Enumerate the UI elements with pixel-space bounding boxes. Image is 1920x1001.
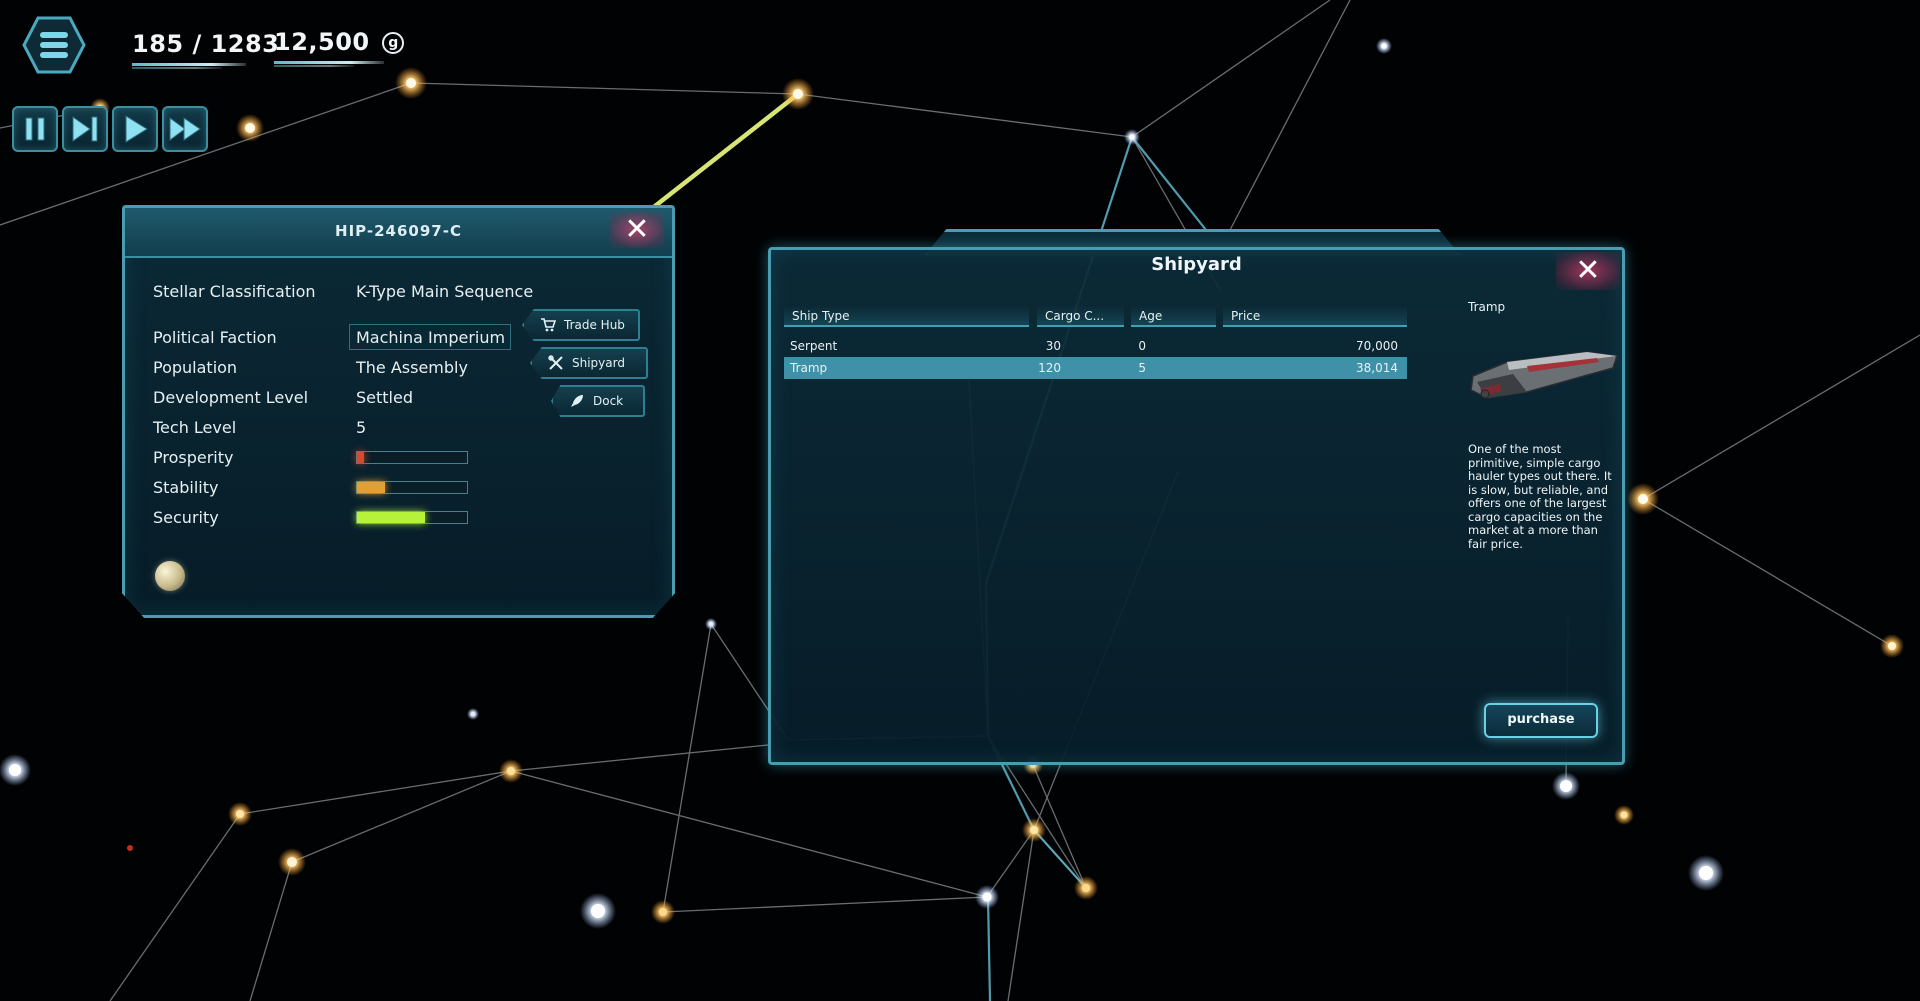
close-icon: ✕ <box>624 212 650 247</box>
population-counter: 185 / 1283 <box>132 30 280 69</box>
credit-symbol-icon: g <box>382 32 405 54</box>
credits-counter: 12,500 g <box>274 28 405 67</box>
trade-hub-button[interactable]: Trade Hub <box>522 309 640 341</box>
pause-button[interactable] <box>12 106 58 152</box>
column-header-ship-type[interactable]: Ship Type <box>784 305 1029 327</box>
star-system-panel: HIP-246097-C ✕ Stellar Classification K-… <box>122 205 675 618</box>
shipyard-panel: Shipyard ✕ Ship Type Cargo C... Age Pric… <box>768 247 1625 765</box>
cell-age: 0 <box>1138 339 1146 353</box>
faction-link[interactable]: Machina Imperium <box>349 324 511 350</box>
table-row[interactable]: Tramp 120 5 38,014 <box>784 357 1407 379</box>
credits-underline <box>274 61 384 64</box>
cart-icon <box>541 318 556 332</box>
column-header-price[interactable]: Price <box>1223 305 1407 327</box>
table-row[interactable]: Serpent 30 0 70,000 <box>784 335 1407 357</box>
info-label: Stellar Classification <box>153 282 316 301</box>
ship-image <box>1470 351 1618 399</box>
system-panel-header: HIP-246097-C ✕ <box>125 208 672 258</box>
info-value: The Assembly <box>356 358 468 377</box>
step-forward-icon <box>72 116 98 142</box>
selected-ship-name: Tramp <box>1468 300 1506 314</box>
tools-icon <box>548 355 563 370</box>
stability-meter <box>356 481 468 494</box>
dock-label: Dock <box>593 394 624 408</box>
cell-cargo: 120 <box>1038 361 1061 375</box>
pause-icon <box>25 117 45 141</box>
security-meter <box>356 511 468 524</box>
ship-table-header: Ship Type Cargo C... Age Price <box>784 305 1407 329</box>
cell-cargo: 30 <box>1045 339 1061 353</box>
info-value: Settled <box>356 388 413 407</box>
cell-ship-type: Serpent <box>790 339 838 353</box>
ship-list-table: Ship Type Cargo C... Age Price Serpent 3… <box>784 305 1407 379</box>
info-label: Development Level <box>153 388 309 407</box>
cell-ship-type: Tramp <box>790 361 828 375</box>
stability-meter-fill <box>357 482 385 493</box>
credits-value: 12,500 <box>274 28 370 56</box>
trade-hub-label: Trade Hub <box>564 318 625 332</box>
shipyard-button[interactable]: Shipyard <box>530 347 648 379</box>
info-value: K-Type Main Sequence <box>356 282 534 301</box>
menu-icon <box>22 16 86 74</box>
credits-underline-thin <box>274 65 354 67</box>
purchase-button[interactable]: purchase <box>1484 703 1598 738</box>
info-label: Tech Level <box>153 418 237 437</box>
dock-button[interactable]: Dock <box>551 385 645 417</box>
column-header-age[interactable]: Age <box>1131 305 1216 327</box>
fast-forward-button[interactable] <box>162 106 208 152</box>
meter-label: Prosperity <box>153 448 234 467</box>
planet-icon[interactable] <box>155 561 185 591</box>
cell-price: 70,000 <box>1356 339 1398 353</box>
cell-age: 5 <box>1138 361 1146 375</box>
shipyard-label: Shipyard <box>572 356 625 370</box>
population-underline-thin <box>132 67 222 69</box>
system-name: HIP-246097-C <box>335 222 462 240</box>
info-label: Population <box>153 358 238 377</box>
rocket-icon <box>571 395 583 407</box>
play-icon <box>125 115 148 143</box>
prosperity-meter <box>356 451 468 464</box>
close-button[interactable]: ✕ <box>610 212 664 248</box>
close-button[interactable]: ✕ <box>1556 252 1620 290</box>
close-icon: ✕ <box>1575 253 1601 288</box>
fast-forward-icon <box>169 117 201 141</box>
selected-ship-description: One of the most primitive, simple cargo … <box>1468 442 1612 551</box>
game-speed-controls <box>12 106 208 152</box>
shipyard-title: Shipyard <box>1151 254 1242 275</box>
column-header-cargo-capacity[interactable]: Cargo C... <box>1037 305 1124 327</box>
main-menu-button[interactable] <box>22 16 86 74</box>
security-meter-fill <box>357 512 426 523</box>
step-forward-button[interactable] <box>62 106 108 152</box>
meter-label: Stability <box>153 478 219 497</box>
cell-price: 38,014 <box>1356 361 1398 375</box>
play-button[interactable] <box>112 106 158 152</box>
population-underline <box>132 63 246 66</box>
population-value: 185 / 1283 <box>132 30 280 58</box>
info-label: Political Faction <box>153 328 277 347</box>
meter-label: Security <box>153 508 219 527</box>
info-value: 5 <box>356 418 367 437</box>
prosperity-meter-fill <box>357 452 364 463</box>
